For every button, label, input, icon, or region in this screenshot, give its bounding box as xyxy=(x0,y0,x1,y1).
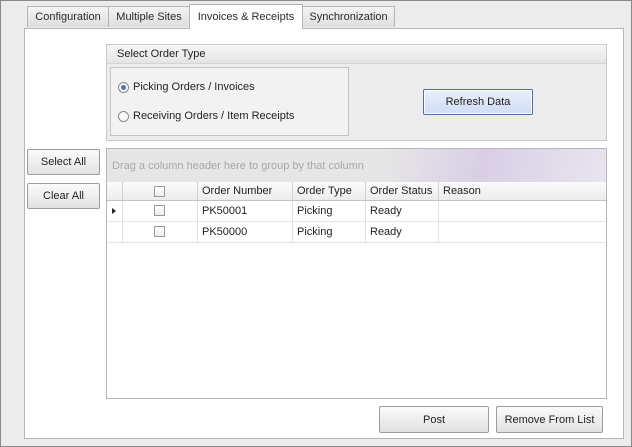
tab-synchronization[interactable]: Synchronization xyxy=(302,6,395,27)
row-checkbox[interactable] xyxy=(154,205,165,216)
cell-order-number[interactable]: PK50001 xyxy=(198,201,293,222)
refresh-data-button[interactable]: Refresh Data xyxy=(423,89,533,115)
order-type-radio-panel: Picking Orders / Invoices Receiving Orde… xyxy=(110,67,349,136)
radio-receiving-orders[interactable]: Receiving Orders / Item Receipts xyxy=(118,110,294,122)
row-indicator-cell xyxy=(107,222,123,243)
cell-order-type[interactable]: Picking xyxy=(293,222,366,243)
tab-invoices-receipts[interactable]: Invoices & Receipts xyxy=(189,4,303,29)
clear-all-button[interactable]: Clear All xyxy=(27,183,100,209)
radio-selected-icon[interactable] xyxy=(118,81,129,93)
cell-order-type[interactable]: Picking xyxy=(293,201,366,222)
row-checkbox[interactable] xyxy=(154,226,165,237)
post-button[interactable]: Post xyxy=(379,406,489,433)
radio-picking-orders-label[interactable]: Picking Orders / Invoices xyxy=(133,81,255,93)
group-by-panel[interactable]: Drag a column header here to group by th… xyxy=(107,149,606,183)
column-header-order-status[interactable]: Order Status xyxy=(366,182,439,201)
column-header-order-type[interactable]: Order Type xyxy=(293,182,366,201)
select-all-button[interactable]: Select All xyxy=(27,149,100,175)
row-indicator-cell xyxy=(107,201,123,222)
radio-unselected-icon[interactable] xyxy=(118,110,129,122)
cell-order-number[interactable]: PK50000 xyxy=(198,222,293,243)
cell-reason[interactable] xyxy=(439,201,606,222)
group-by-hint: Drag a column header here to group by th… xyxy=(112,160,364,172)
radio-picking-orders[interactable]: Picking Orders / Invoices xyxy=(118,81,255,93)
select-column-header[interactable] xyxy=(123,182,198,201)
current-row-arrow-icon xyxy=(112,208,116,214)
row-indicator-header xyxy=(107,182,123,201)
remove-from-list-button[interactable]: Remove From List xyxy=(496,406,603,433)
radio-receiving-orders-label[interactable]: Receiving Orders / Item Receipts xyxy=(133,110,294,122)
column-header-reason[interactable]: Reason xyxy=(439,182,606,201)
tab-multiple-sites[interactable]: Multiple Sites xyxy=(108,6,190,27)
column-header-order-number[interactable]: Order Number xyxy=(198,182,293,201)
select-all-checkbox[interactable] xyxy=(154,186,165,197)
cell-reason[interactable] xyxy=(439,222,606,243)
cell-order-status[interactable]: Ready xyxy=(366,201,439,222)
order-type-group-title: Select Order Type xyxy=(107,45,606,64)
tab-configuration[interactable]: Configuration xyxy=(27,6,109,27)
orders-grid: Drag a column header here to group by th… xyxy=(106,148,607,399)
row-select-cell[interactable] xyxy=(123,201,198,222)
cell-order-status[interactable]: Ready xyxy=(366,222,439,243)
row-select-cell[interactable] xyxy=(123,222,198,243)
